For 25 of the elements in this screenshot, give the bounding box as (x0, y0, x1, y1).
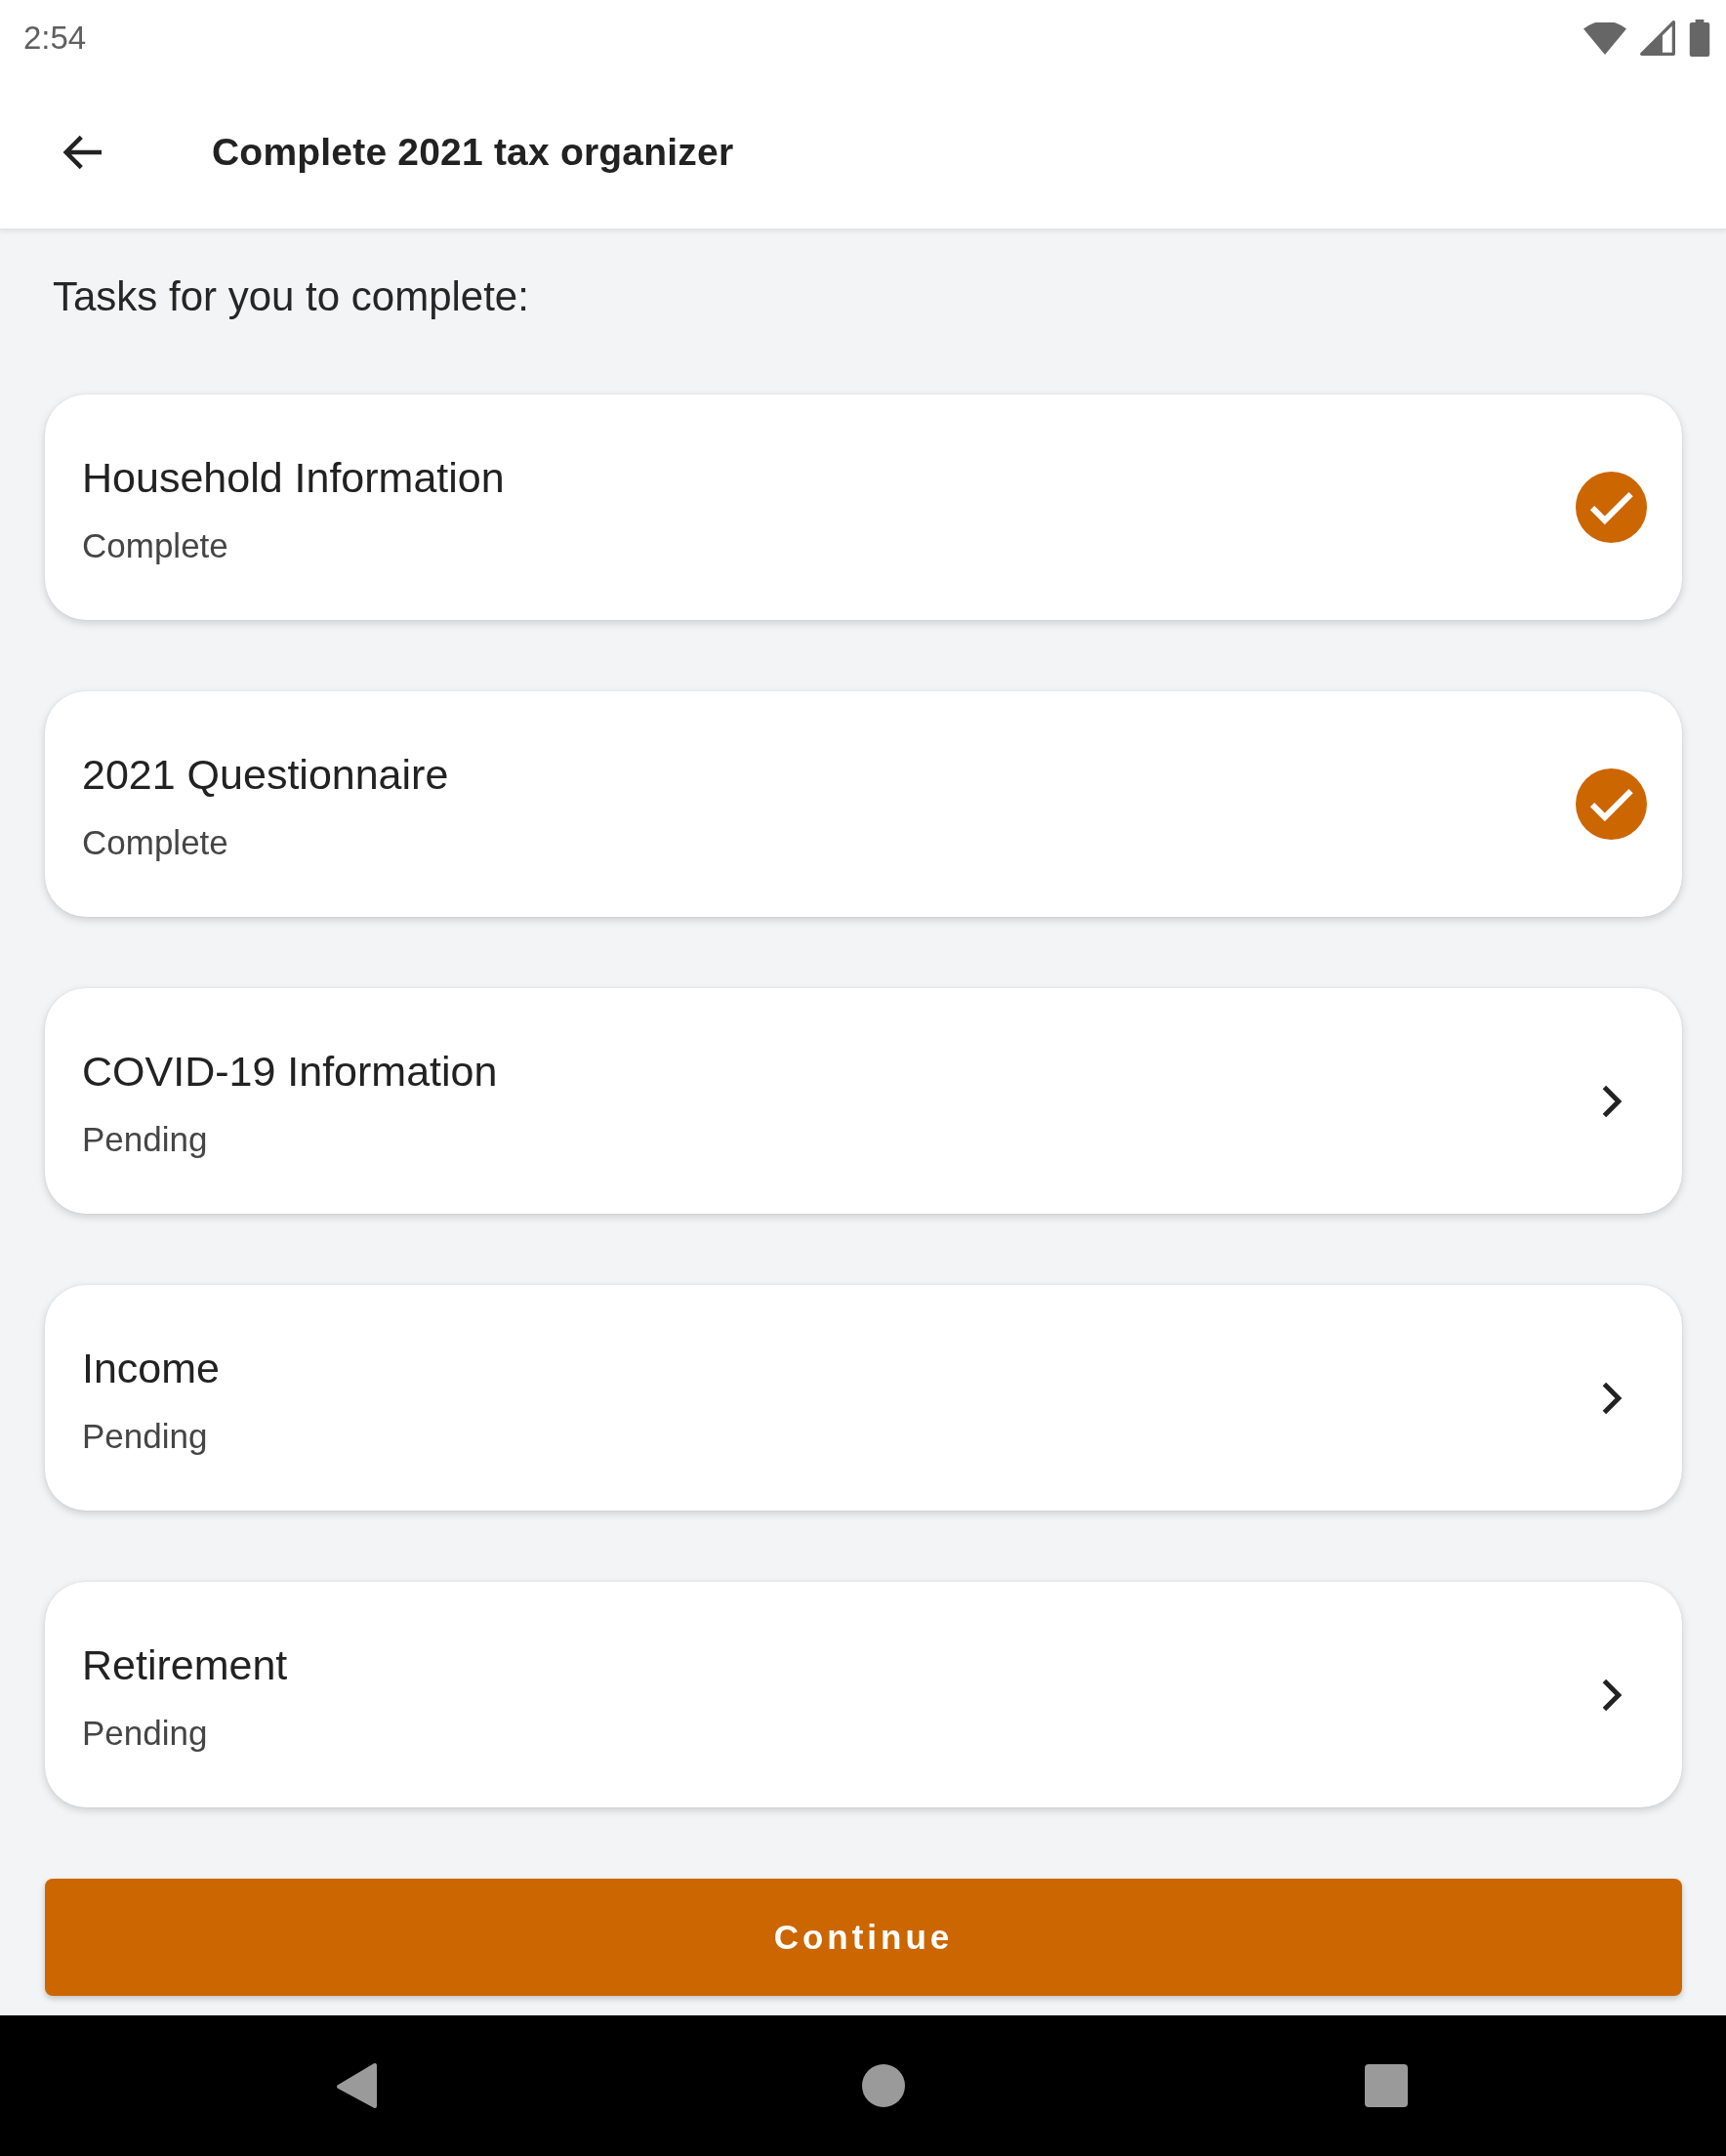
wifi-icon (1583, 21, 1626, 55)
battery-icon (1689, 20, 1710, 57)
task-title: Household Information (82, 452, 505, 503)
back-arrow-icon[interactable] (62, 134, 103, 171)
section-heading: Tasks for you to complete: (53, 272, 530, 321)
task-card[interactable]: Household Information Complete (45, 394, 1682, 620)
task-card[interactable]: COVID-19 Information Pending (45, 988, 1682, 1214)
task-status: Complete (82, 524, 228, 566)
task-card[interactable]: Income Pending (45, 1285, 1682, 1511)
task-title: 2021 Questionnaire (82, 749, 449, 800)
task-card[interactable]: 2021 Questionnaire Complete (45, 691, 1682, 917)
task-status: Pending (82, 1118, 208, 1160)
status-time: 2:54 (23, 20, 87, 57)
nav-home-icon[interactable] (862, 2064, 905, 2107)
task-status: Pending (82, 1712, 208, 1754)
nav-back-icon[interactable] (336, 2062, 377, 2109)
task-title: COVID-19 Information (82, 1046, 498, 1097)
task-card[interactable]: Retirement Pending (45, 1582, 1682, 1807)
signal-icon (1640, 21, 1675, 56)
task-status: Complete (82, 821, 228, 863)
screen-title: Complete 2021 tax organizer (212, 131, 734, 174)
task-status: Pending (82, 1415, 208, 1457)
task-title: Income (82, 1343, 220, 1393)
task-title: Retirement (82, 1639, 288, 1690)
continue-button[interactable]: Continue (45, 1879, 1682, 1996)
